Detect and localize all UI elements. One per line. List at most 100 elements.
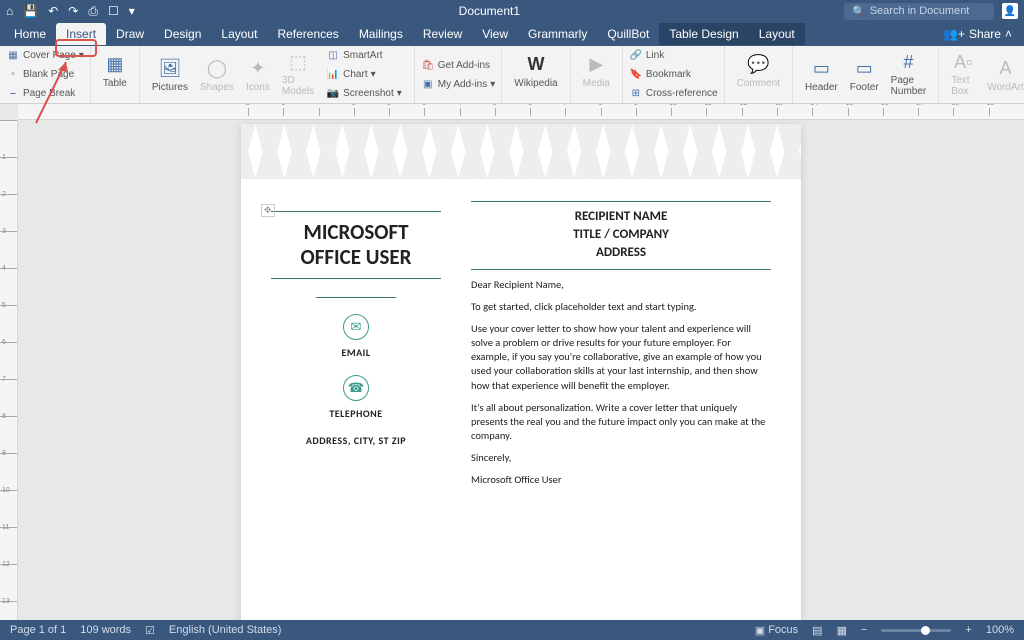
- sender-name[interactable]: MICROSOFTOFFICE USER: [271, 220, 441, 270]
- spellcheck-icon[interactable]: ☑: [145, 624, 155, 637]
- address-label[interactable]: ADDRESS, CITY, ST ZIP: [271, 434, 441, 447]
- share-icon: 👥+: [943, 27, 965, 41]
- print-icon[interactable]: ⎙: [88, 4, 98, 19]
- shapes-button[interactable]: ◯Shapes: [194, 50, 240, 99]
- wikipedia-button[interactable]: WWikipedia: [508, 50, 563, 91]
- zoom-in-icon[interactable]: +: [965, 624, 971, 636]
- document-canvas[interactable]: ✥ MICROSOFTOFFICE USER ✉ EMAIL ☎ TELEPHO…: [18, 120, 1024, 620]
- group-media: ▶Media: [571, 46, 623, 103]
- search-input[interactable]: 🔍Search in Document: [844, 3, 994, 20]
- signature[interactable]: Microsoft Office User: [471, 473, 771, 487]
- chart-button[interactable]: 📊Chart ▾: [324, 67, 404, 83]
- word-count[interactable]: 109 words: [80, 624, 131, 636]
- home-icon[interactable]: ⌂: [6, 4, 13, 18]
- save-icon[interactable]: 💾: [23, 4, 38, 18]
- phone-icon: ☎: [343, 375, 369, 401]
- tab-layout-context[interactable]: Layout: [749, 23, 805, 45]
- tab-grammarly[interactable]: Grammarly: [518, 23, 597, 45]
- share-button[interactable]: 👥+Share ˄: [935, 27, 1020, 41]
- tab-layout[interactable]: Layout: [211, 23, 267, 45]
- page-number-button[interactable]: #Page Number: [885, 50, 933, 99]
- header-icon: ▭: [809, 56, 833, 80]
- group-illustrations: 🖼Pictures ◯Shapes ✦Icons ⬚3D Models ◫Sma…: [140, 46, 415, 103]
- tab-draw[interactable]: Draw: [106, 23, 154, 45]
- wikipedia-icon: W: [524, 52, 548, 76]
- recipient-block[interactable]: RECIPIENT NAMETITLE / COMPANYADDRESS: [471, 208, 771, 263]
- 3d-models-button[interactable]: ⬚3D Models: [276, 50, 320, 99]
- tab-table-design[interactable]: Table Design: [659, 23, 748, 45]
- store-icon: 🛍: [421, 58, 435, 72]
- group-pages: ▦Cover Page ▾ ▫Blank Page ⎯Page Break: [0, 46, 91, 103]
- icons-icon: ✦: [246, 56, 270, 80]
- focus-mode-button[interactable]: ▣ Focus: [755, 624, 798, 637]
- screenshot-button[interactable]: 📷Screenshot ▾: [324, 86, 404, 102]
- email-icon: ✉: [343, 314, 369, 340]
- tab-home[interactable]: Home: [4, 23, 56, 45]
- horizontal-ruler[interactable]: 2112345678910111213141516171819: [18, 104, 1024, 120]
- group-header-footer: ▭Header ▭Footer #Page Number: [793, 46, 939, 103]
- table-button[interactable]: ▦Table: [97, 50, 133, 91]
- tab-view[interactable]: View: [472, 23, 518, 45]
- group-text: A▫Text Box AWordArt A≡Drop Cap: [939, 46, 1024, 103]
- blank-page-button[interactable]: ▫Blank Page: [4, 67, 86, 83]
- tab-design[interactable]: Design: [154, 23, 211, 45]
- tab-mailings[interactable]: Mailings: [349, 23, 413, 45]
- page-count[interactable]: Page 1 of 1: [10, 624, 66, 636]
- language[interactable]: English (United States): [169, 624, 282, 636]
- get-addins-button[interactable]: 🛍Get Add-ins: [419, 57, 498, 73]
- body-column[interactable]: RECIPIENT NAMETITLE / COMPANYADDRESS Dea…: [471, 189, 771, 496]
- web-layout-view-icon[interactable]: ▦: [837, 624, 847, 637]
- tab-insert[interactable]: Insert: [56, 23, 106, 45]
- email-label[interactable]: EMAIL: [271, 346, 441, 359]
- closing[interactable]: Sincerely,: [471, 451, 771, 465]
- page-icon: ▫: [6, 68, 20, 82]
- paragraph-3[interactable]: It's all about personalization. Write a …: [471, 401, 771, 444]
- tab-quillbot[interactable]: QuillBot: [597, 23, 659, 45]
- ribbon-insert: ▦Cover Page ▾ ▫Blank Page ⎯Page Break ▦T…: [0, 46, 1024, 104]
- footer-button[interactable]: ▭Footer: [844, 50, 885, 99]
- print-layout-view-icon[interactable]: ▤: [812, 624, 822, 637]
- paragraph-2[interactable]: Use your cover letter to show how your t…: [471, 322, 771, 393]
- zoom-out-icon[interactable]: −: [861, 624, 867, 636]
- paragraph-1[interactable]: To get started, click placeholder text a…: [471, 300, 771, 314]
- wordart-button[interactable]: AWordArt: [981, 50, 1024, 99]
- wordart-icon: A: [993, 56, 1017, 80]
- link-button[interactable]: 🔗Link: [627, 48, 720, 64]
- telephone-label[interactable]: TELEPHONE: [271, 407, 441, 420]
- zoom-level[interactable]: 100%: [986, 624, 1014, 636]
- smartart-button[interactable]: ◫SmartArt: [324, 48, 404, 64]
- zoom-slider[interactable]: [881, 629, 951, 632]
- ribbon-tabs: Home Insert Draw Design Layout Reference…: [0, 22, 1024, 46]
- title-bar: ⌂ 💾 ↶ ↷ ⎙ ☐ ▾ Document1 🔍Search in Docum…: [0, 0, 1024, 22]
- header-button[interactable]: ▭Header: [799, 50, 844, 99]
- redo-icon[interactable]: ↷: [68, 4, 78, 18]
- bookmark-button[interactable]: 🔖Bookmark: [627, 67, 720, 83]
- sender-column[interactable]: MICROSOFTOFFICE USER ✉ EMAIL ☎ TELEPHONE…: [271, 189, 441, 496]
- textbox-button[interactable]: A▫Text Box: [945, 50, 981, 99]
- tab-references[interactable]: References: [267, 23, 348, 45]
- cover-page-button[interactable]: ▦Cover Page ▾: [4, 48, 86, 64]
- page-break-button[interactable]: ⎯Page Break: [4, 86, 86, 102]
- table-anchor-icon[interactable]: ✥: [261, 204, 275, 217]
- touch-mode-icon[interactable]: ☐: [108, 4, 119, 18]
- vertical-ruler[interactable]: 12345678910111213: [0, 120, 18, 620]
- cross-reference-button[interactable]: ⊞Cross-reference: [627, 86, 720, 102]
- status-bar: Page 1 of 1 109 words ☑ English (United …: [0, 620, 1024, 640]
- chevron-up-icon: ˄: [1005, 27, 1012, 41]
- greeting[interactable]: Dear Recipient Name,: [471, 278, 771, 292]
- media-button[interactable]: ▶Media: [577, 50, 616, 91]
- search-icon: 🔍: [852, 5, 866, 18]
- group-table: ▦Table: [91, 46, 140, 103]
- table-icon: ▦: [103, 52, 127, 76]
- addins-icon: ▣: [421, 77, 435, 91]
- comment-button[interactable]: 💬Comment: [731, 50, 786, 91]
- icons-button[interactable]: ✦Icons: [240, 50, 276, 99]
- undo-icon[interactable]: ↶: [48, 4, 58, 18]
- page-1[interactable]: ✥ MICROSOFTOFFICE USER ✉ EMAIL ☎ TELEPHO…: [241, 124, 801, 620]
- user-avatar-icon[interactable]: 👤: [1002, 3, 1018, 19]
- my-addins-button[interactable]: ▣My Add-ins ▾: [419, 76, 498, 92]
- pictures-button[interactable]: 🖼Pictures: [146, 50, 194, 99]
- tab-review[interactable]: Review: [413, 23, 472, 45]
- media-icon: ▶: [584, 52, 608, 76]
- link-icon: 🔗: [629, 49, 643, 63]
